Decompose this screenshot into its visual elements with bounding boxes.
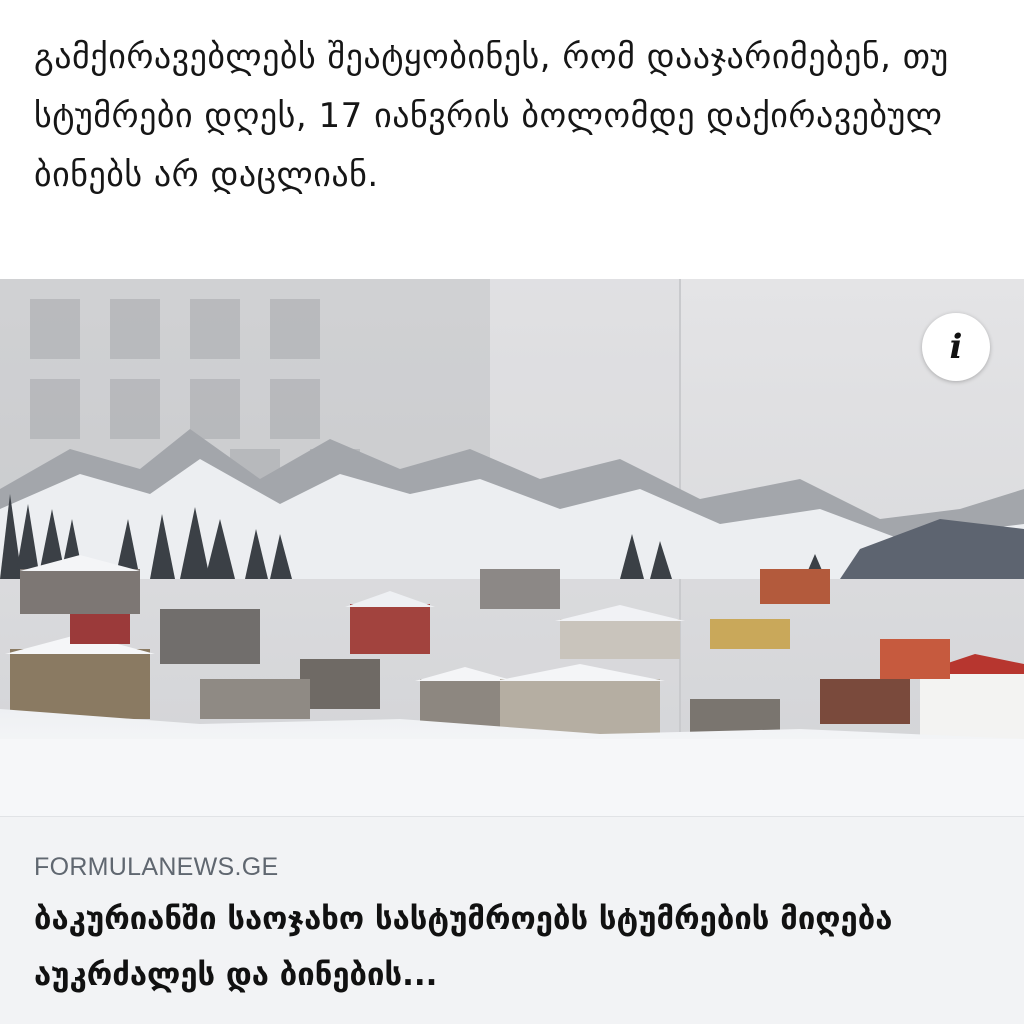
info-icon: i: [949, 327, 963, 367]
link-preview-image[interactable]: i: [0, 279, 1024, 816]
link-source-domain: FORMULANEWS.GE: [34, 853, 279, 881]
link-meta[interactable]: FORMULANEWS.GE ბაკურიანში საოჯახო სასტუმ…: [0, 816, 1024, 1024]
link-title[interactable]: ბაკურიანში საოჯახო სასტუმროებს სტუმრების…: [34, 891, 994, 1003]
link-preview-card[interactable]: i FORMULANEWS.GE ბაკურიანში საოჯახო სასტ…: [0, 279, 1024, 1024]
snowy-town-photo: [0, 279, 1024, 816]
post-text: გამქირავებლებს შეატყობინეს, რომ დააჯარიმ…: [34, 37, 949, 195]
info-button[interactable]: i: [922, 313, 990, 381]
